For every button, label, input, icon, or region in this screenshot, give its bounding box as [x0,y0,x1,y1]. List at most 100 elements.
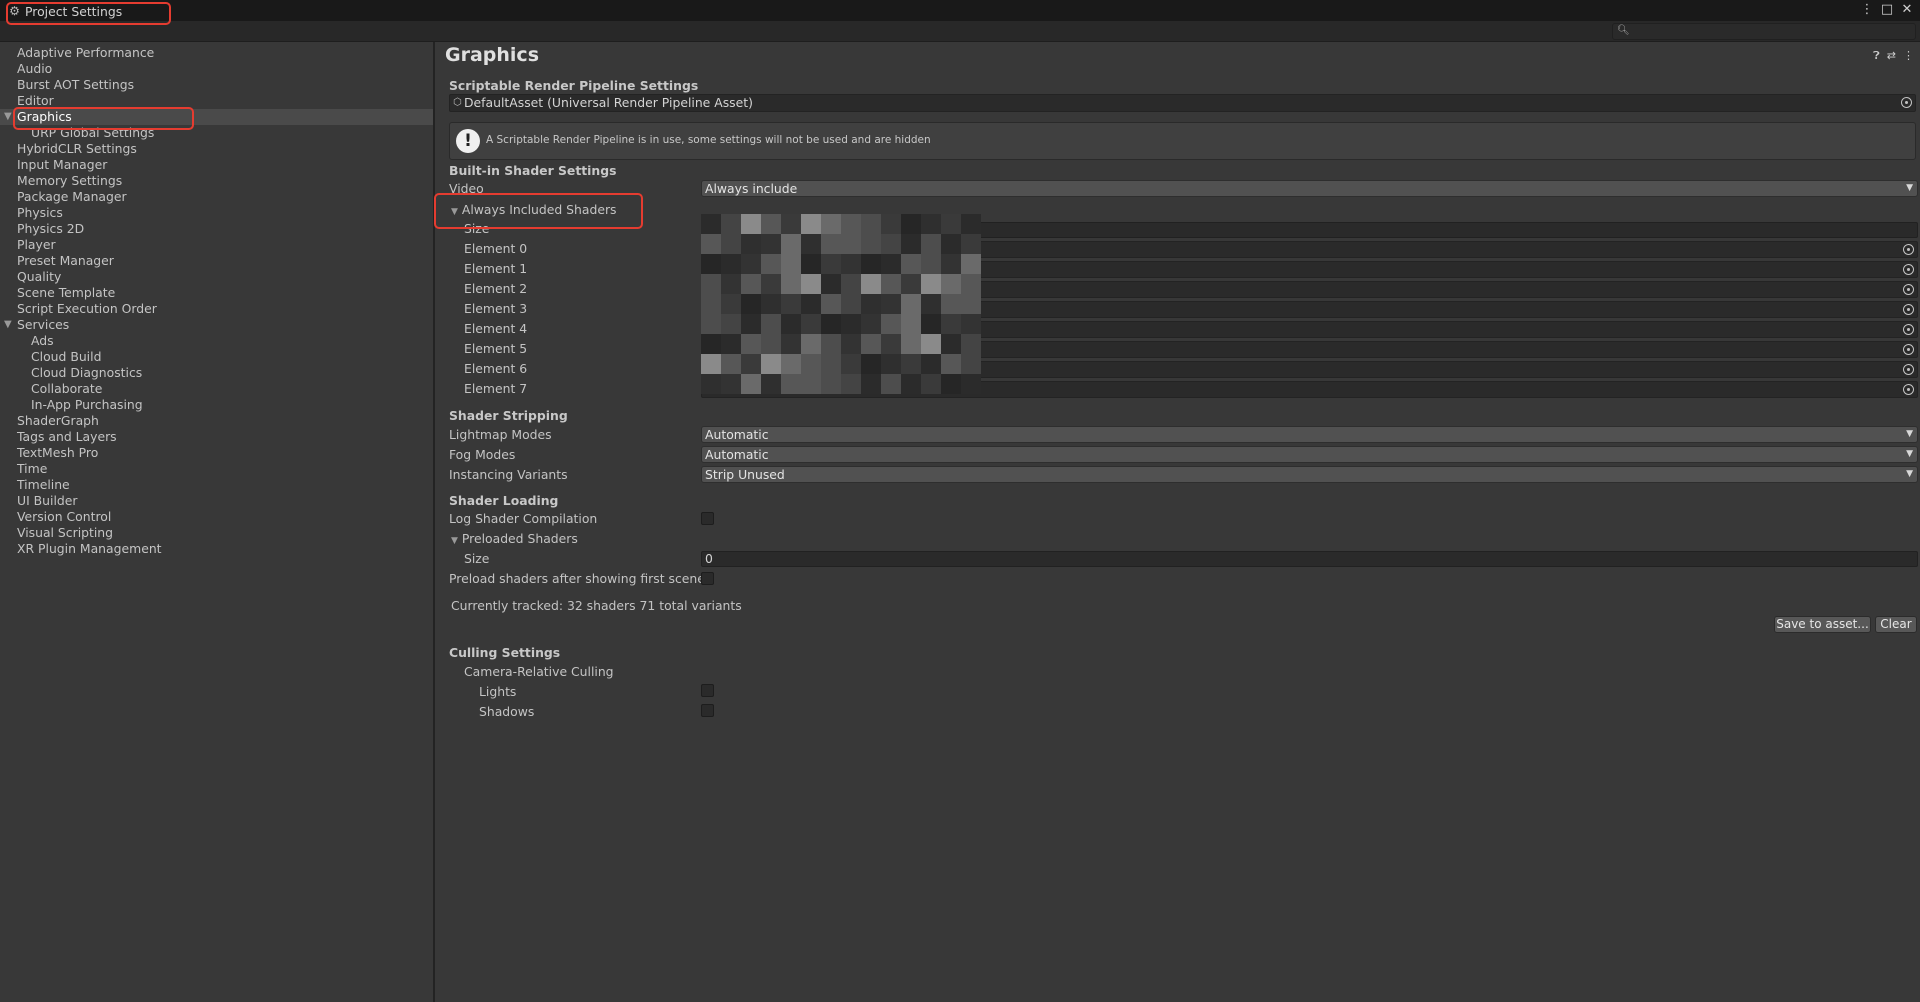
sidebar-item-ads[interactable]: Ads [0,333,433,349]
foldout-arrow-icon[interactable]: ▼ [4,109,12,125]
settings-sidebar: Adaptive Performance Audio Burst AOT Setti… [0,42,435,1002]
redaction-pixel [881,334,901,354]
object-picker-icon[interactable] [1903,364,1914,375]
redaction-pixel [921,294,941,314]
sidebar-item-label: Input Manager [17,157,108,172]
element-label: Element 3 [464,301,528,316]
sidebar-item-xr-plugin-management[interactable]: XR Plugin Management [0,541,433,557]
sidebar-item-physics-2d[interactable]: Physics 2D [0,221,433,237]
object-picker-icon[interactable] [1901,97,1912,108]
redaction-pixel [841,314,861,334]
sidebar-item-ui-builder[interactable]: UI Builder [0,493,433,509]
preloaded-shaders-foldout[interactable]: ▼ Preloaded Shaders [451,531,578,546]
sidebar-item-version-control[interactable]: Version Control [0,509,433,525]
header-icons: ❓︎ ⇄ ⋮ [1873,49,1914,63]
shadows-checkbox[interactable] [701,704,714,717]
sidebar-item-label: Memory Settings [17,173,123,188]
page-title: Graphics [445,44,539,66]
redaction-pixel [901,314,921,334]
sidebar-item-collaborate[interactable]: Collaborate [0,381,433,397]
redaction-pixel [721,294,741,314]
object-picker-icon[interactable] [1903,384,1914,395]
log-shader-compilation-checkbox[interactable] [701,512,714,525]
redaction-pixel [901,274,921,294]
sidebar-item-script-execution-order[interactable]: Script Execution Order [0,301,433,317]
foldout-arrow-icon[interactable]: ▼ [4,317,12,333]
search-input[interactable]: 🔍︎ [1612,23,1916,40]
sidebar-item-time[interactable]: Time [0,461,433,477]
sidebar-item-in-app-purchasing[interactable]: In-App Purchasing [0,397,433,413]
always-included-foldout[interactable]: ▼ Always Included Shaders [451,202,617,217]
lights-checkbox[interactable] [701,684,714,697]
object-picker-icon[interactable] [1903,304,1914,315]
srp-asset-field[interactable]: ⬡ DefaultAsset (Universal Render Pipelin… [449,94,1916,112]
sidebar-item-label: Scene Template [17,285,116,300]
fog-modes-value: Automatic [705,447,769,462]
warning-icon: ! [456,129,480,153]
more-icon[interactable]: ⋮ [1903,49,1914,63]
redaction-pixel [961,254,981,274]
preloaded-size-field[interactable]: 0 [701,551,1918,567]
more-options-icon[interactable]: ⋮ [1860,2,1874,18]
sidebar-item-visual-scripting[interactable]: Visual Scripting [0,525,433,541]
maximize-icon[interactable]: □ [1880,2,1894,18]
sidebar-item-urp-global-settings[interactable]: URP Global Settings [0,125,433,141]
video-dropdown[interactable]: Always include ▼ [701,180,1918,197]
sidebar-item-preset-manager[interactable]: Preset Manager [0,253,433,269]
close-icon[interactable]: ✕ [1900,2,1914,18]
sidebar-item-burst-aot-settings[interactable]: Burst AOT Settings [0,77,433,93]
loading-section-header: Shader Loading [449,493,559,508]
redaction-pixel [741,374,761,394]
redaction-pixel [881,374,901,394]
sidebar-item-adaptive-performance[interactable]: Adaptive Performance [0,45,433,61]
preload-after-first-scene-checkbox[interactable] [701,572,714,585]
lightmap-modes-dropdown[interactable]: Automatic ▼ [701,426,1918,443]
sidebar-item-cloud-diagnostics[interactable]: Cloud Diagnostics [0,365,433,381]
redaction-pixel [821,354,841,374]
redaction-pixel [761,294,781,314]
help-icon[interactable]: ❓︎ [1873,49,1880,63]
camera-relative-culling-label: Camera-Relative Culling [464,664,614,679]
sidebar-item-timeline[interactable]: Timeline [0,477,433,493]
save-to-asset-button[interactable]: Save to asset... [1774,616,1871,633]
sidebar-item-player[interactable]: Player [0,237,433,253]
redaction-pixel [741,354,761,374]
fog-modes-dropdown[interactable]: Automatic ▼ [701,446,1918,463]
sidebar-item-tags-and-layers[interactable]: Tags and Layers [0,429,433,445]
object-picker-icon[interactable] [1903,244,1914,255]
redaction-pixel [901,334,921,354]
sidebar-item-audio[interactable]: Audio [0,61,433,77]
redaction-pixel [801,234,821,254]
sidebar-item-graphics[interactable]: ▼ Graphics [0,109,433,125]
search-icon: 🔍︎ [1617,25,1630,36]
instancing-variants-dropdown[interactable]: Strip Unused ▼ [701,466,1918,483]
sidebar-item-input-manager[interactable]: Input Manager [0,157,433,173]
sidebar-item-cloud-build[interactable]: Cloud Build [0,349,433,365]
sidebar-item-label: Physics 2D [17,221,85,236]
redaction-pixel [901,354,921,374]
project-settings-tab[interactable]: ⚙ Project Settings [8,3,122,19]
sidebar-item-quality[interactable]: Quality [0,269,433,285]
sidebar-item-package-manager[interactable]: Package Manager [0,189,433,205]
sidebar-item-editor[interactable]: Editor [0,93,433,109]
sidebar-item-label: Script Execution Order [17,301,157,316]
object-picker-icon[interactable] [1903,264,1914,275]
sidebar-item-scene-template[interactable]: Scene Template [0,285,433,301]
sidebar-item-textmesh-pro[interactable]: TextMesh Pro [0,445,433,461]
object-picker-icon[interactable] [1903,284,1914,295]
redaction-pixel [841,254,861,274]
sidebar-item-hybridclr-settings[interactable]: HybridCLR Settings [0,141,433,157]
sidebar-item-physics[interactable]: Physics [0,205,433,221]
object-picker-icon[interactable] [1903,324,1914,335]
redaction-pixel [801,314,821,334]
instancing-variants-value: Strip Unused [705,467,785,482]
object-picker-icon[interactable] [1903,344,1914,355]
sidebar-item-shadergraph[interactable]: ShaderGraph [0,413,433,429]
element-label: Element 6 [464,361,528,376]
preset-icon[interactable]: ⇄ [1887,49,1896,63]
sidebar-item-memory-settings[interactable]: Memory Settings [0,173,433,189]
redaction-pixel [761,254,781,274]
clear-button[interactable]: Clear [1875,616,1917,633]
sidebar-item-services[interactable]: ▼ Services [0,317,433,333]
redaction-pixel [881,254,901,274]
